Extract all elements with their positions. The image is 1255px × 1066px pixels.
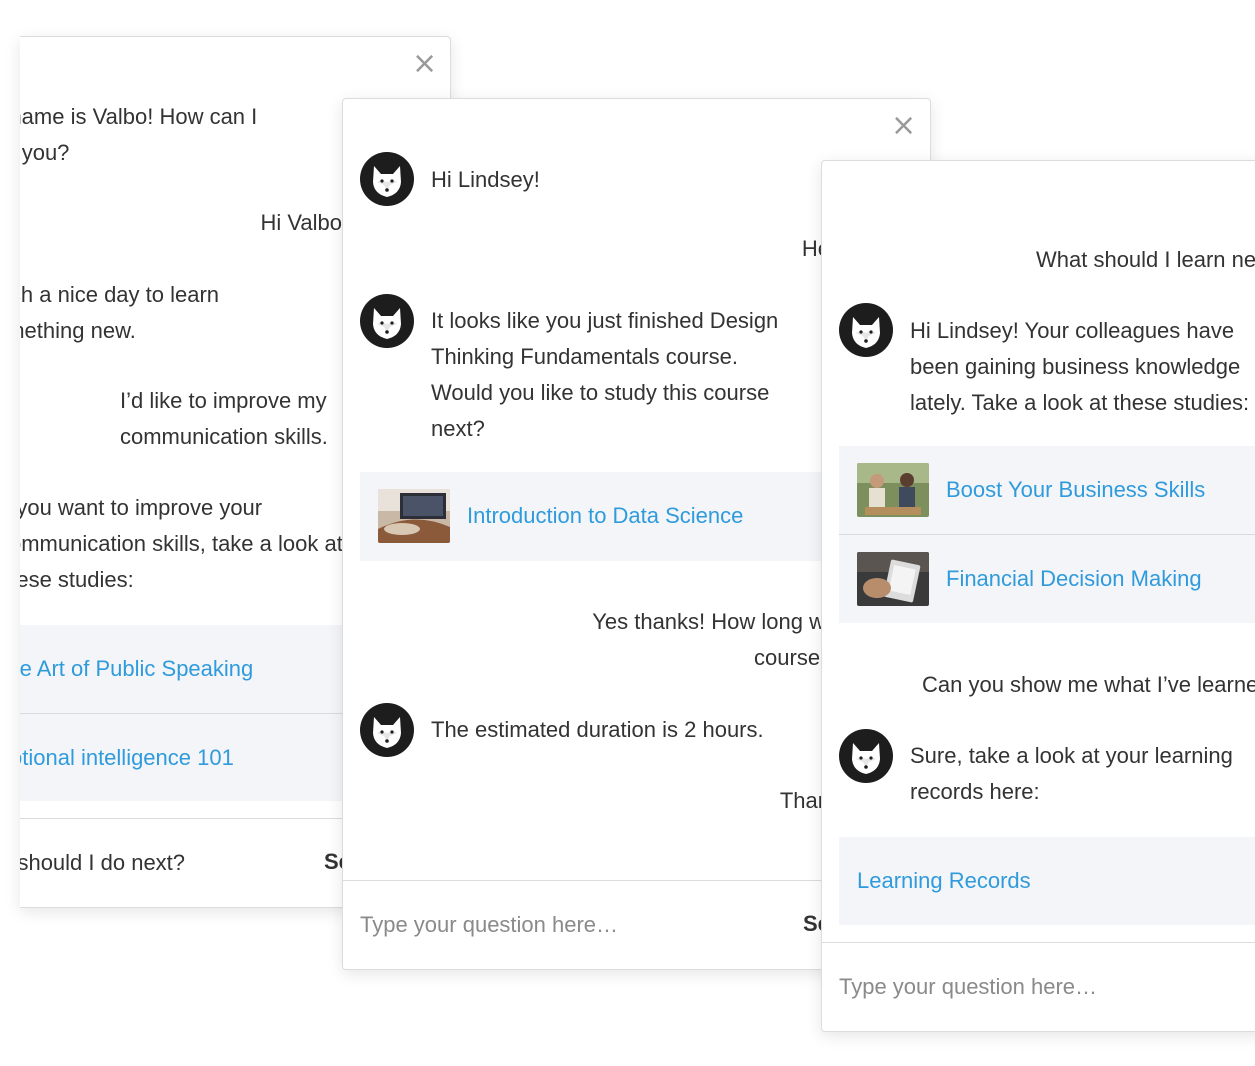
user-message-clip: Hello (343, 231, 822, 271)
records-card[interactable]: Learning Records (839, 837, 1255, 925)
study-link[interactable]: Emotional intelligence 101 (20, 743, 234, 773)
study-link[interactable]: Financial Decision Making (946, 564, 1202, 594)
study-list: Boost Your Business Skills Financial Dec… (839, 446, 1255, 623)
study-link[interactable]: Introduction to Data Science (467, 501, 743, 531)
bot-message: It looks like you just finished Design T… (431, 308, 779, 441)
laptop-photo-thumbnail (378, 489, 450, 543)
bot-message: If you want to improve your communicatio… (20, 495, 343, 592)
fox-avatar-icon (839, 303, 893, 357)
study-link[interactable]: The Art of Public Speaking (20, 654, 253, 684)
bot-message: Hi Lindsey! (431, 167, 540, 192)
bot-message: The estimated duration is 2 hours. (431, 717, 764, 742)
question-input[interactable] (360, 907, 780, 943)
close-icon[interactable]: × (412, 49, 437, 79)
chat-stage: × My name is Valbo! How can I help you? … (0, 0, 1255, 1066)
user-message: I’d like to improve my communication ski… (120, 388, 328, 449)
bot-message: My name is Valbo! How can I help you? (20, 104, 258, 165)
chat-input-value[interactable]: What should I do next? (20, 845, 185, 881)
bot-message-clip: It looks like you just finished Design T… (431, 303, 822, 453)
study-link[interactable]: Boost Your Business Skills (946, 475, 1205, 505)
study-list: Introduction to Data Science (360, 472, 822, 561)
close-icon[interactable]: × (891, 111, 916, 141)
chat-window-recommendations: What should I learn next? Hi Lindsey! Yo… (821, 160, 1255, 1032)
user-message: What should I learn next? (1036, 247, 1255, 272)
user-message: Hi Valbo (260, 210, 342, 235)
meeting-photo-thumbnail (857, 463, 929, 517)
user-message: Thanks (779, 788, 822, 813)
user-message-clip: Thanks (343, 783, 822, 823)
fox-avatar-icon (360, 294, 414, 348)
bot-message: Sure, take a look at your learning recor… (910, 743, 1233, 804)
bot-message: Such a nice day to learn something new. (20, 282, 220, 343)
tablet-photo-thumbnail (857, 552, 929, 606)
study-card[interactable]: Introduction to Data Science (360, 472, 822, 561)
user-message: Hello (801, 236, 822, 261)
fox-avatar-icon (360, 703, 414, 757)
user-message: Yes thanks! How long will this course ta… (592, 609, 822, 670)
fox-avatar-icon (839, 729, 893, 783)
study-card[interactable]: Financial Decision Making (839, 534, 1255, 624)
chat-input-bar (822, 942, 1255, 1031)
user-message-clip: Yes thanks! How long will this course ta… (343, 604, 822, 684)
question-input[interactable] (839, 969, 1239, 1005)
bot-message: Hi Lindsey! Your colleagues have been ga… (910, 318, 1250, 415)
fox-avatar-icon (360, 152, 414, 206)
user-message: Can you show me what I’ve learned? (922, 672, 1255, 697)
study-card[interactable]: Boost Your Business Skills (839, 446, 1255, 535)
learning-records-link[interactable]: Learning Records (857, 866, 1031, 896)
